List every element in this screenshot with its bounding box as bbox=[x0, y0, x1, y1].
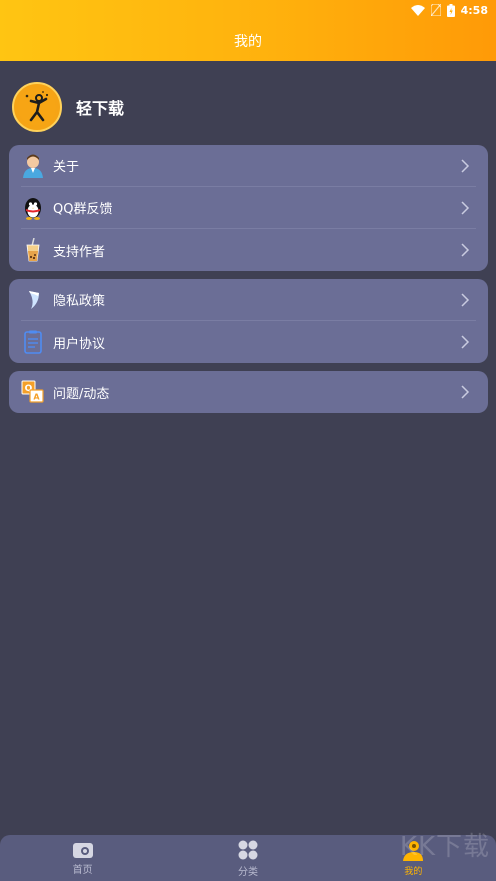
document-icon bbox=[21, 330, 45, 354]
grid-icon bbox=[238, 840, 258, 859]
svg-text:A: A bbox=[33, 393, 40, 402]
status-time: 4:58 bbox=[460, 3, 488, 17]
home-video-icon bbox=[72, 842, 93, 858]
menu-item-qq-feedback[interactable]: QQ群反馈 bbox=[21, 187, 476, 229]
chevron-right-icon bbox=[461, 158, 470, 173]
tab-label: 我的 bbox=[404, 866, 423, 877]
qq-penguin-icon bbox=[21, 196, 45, 220]
page-title: 我的 bbox=[234, 34, 262, 50]
menu-item-label: 关于 bbox=[53, 160, 80, 175]
app-header: 4:58 我的 bbox=[0, 0, 496, 61]
profile-section[interactable]: 轻下载 bbox=[12, 81, 124, 133]
tab-label: 首页 bbox=[72, 864, 93, 876]
menu-card-general: 关于 QQ群反馈 支持作者 bbox=[9, 145, 488, 271]
menu-item-label: 隐私政策 bbox=[53, 294, 106, 309]
wifi-icon bbox=[410, 4, 425, 16]
status-bar: 4:58 bbox=[410, 0, 496, 20]
bottom-tab-bar: 首页 分类 我的 KK下载 bbox=[0, 832, 496, 881]
menu-item-about[interactable]: 关于 bbox=[21, 145, 476, 187]
tab-home[interactable]: 首页 bbox=[0, 835, 165, 881]
chevron-right-icon bbox=[461, 200, 470, 215]
shield-icon bbox=[21, 288, 45, 312]
milk-tea-icon bbox=[21, 238, 45, 262]
chevron-right-icon bbox=[461, 292, 470, 307]
user-icon bbox=[21, 154, 45, 178]
profile-icon bbox=[403, 840, 424, 861]
menu-card-news: Q A 问题/动态 bbox=[9, 371, 488, 413]
menu-item-label: 问题/动态 bbox=[53, 386, 110, 402]
menu-item-privacy-policy[interactable]: 隐私政策 bbox=[21, 279, 476, 321]
tab-category[interactable]: 分类 bbox=[165, 835, 330, 881]
menu-item-support-author[interactable]: 支持作者 bbox=[21, 229, 476, 271]
menu-item-user-agreement[interactable]: 用户协议 bbox=[21, 321, 476, 363]
qa-icon: Q A bbox=[21, 380, 45, 404]
avatar[interactable] bbox=[12, 82, 62, 132]
tab-label: 分类 bbox=[237, 866, 258, 878]
menu-item-issues-news[interactable]: Q A 问题/动态 bbox=[21, 371, 476, 413]
no-sim-icon bbox=[430, 4, 441, 16]
menu-item-label: 用户协议 bbox=[53, 336, 106, 352]
tab-mine[interactable]: 我的 bbox=[331, 835, 496, 881]
profile-name: 轻下载 bbox=[76, 99, 125, 118]
menu-item-label: QQ群反馈 bbox=[53, 202, 113, 217]
chevron-right-icon bbox=[461, 243, 470, 257]
chevron-right-icon bbox=[461, 385, 470, 399]
chevron-right-icon bbox=[461, 335, 470, 349]
menu-item-label: 支持作者 bbox=[53, 244, 106, 260]
battery-charging-icon bbox=[446, 3, 455, 17]
menu-card-legal: 隐私政策 用户协议 bbox=[9, 279, 488, 363]
dancer-logo-icon bbox=[18, 88, 56, 126]
